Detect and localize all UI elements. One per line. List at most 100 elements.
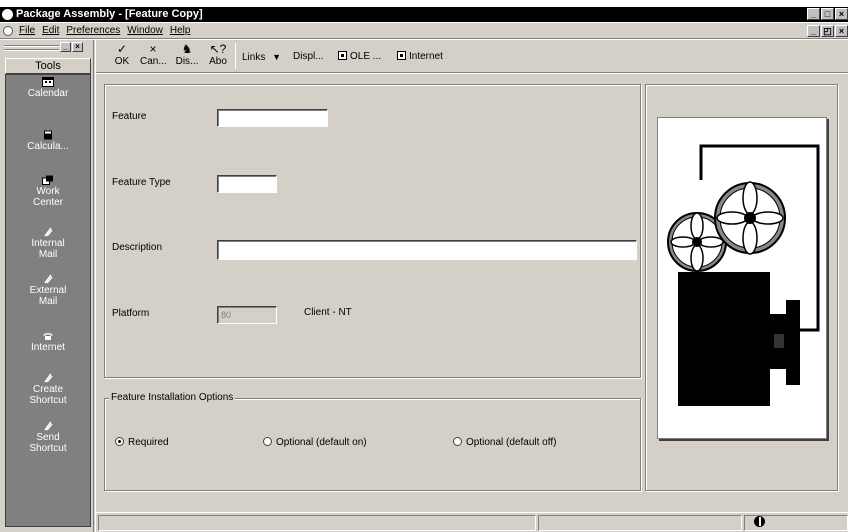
display-menu[interactable]: Displ...	[293, 51, 324, 63]
platform-label: Platform	[112, 308, 150, 319]
radio-unselected-icon	[263, 437, 272, 446]
display-button[interactable]: ♞ Dis...	[174, 42, 200, 67]
radio-required-label: Required	[128, 437, 169, 448]
tool-work-center-label: Work Center	[32, 186, 63, 208]
phone-icon	[42, 331, 54, 341]
display-icon: ♞	[181, 42, 193, 56]
ole-label: OLE ...	[350, 51, 382, 62]
tool-calculator-label: Calcula...	[27, 141, 69, 152]
external-mail-icon	[42, 274, 54, 284]
internet-icon	[397, 51, 406, 60]
menu-bar: File Edit Preferences Window Help _ ◰ ×	[0, 23, 848, 39]
installation-options-legend: Feature Installation Options	[109, 392, 236, 404]
about-button[interactable]: ↖? Abo	[205, 42, 231, 67]
tools-grip-2[interactable]	[4, 49, 59, 51]
description-input[interactable]	[217, 240, 637, 260]
tools-panel: Calendar Calcula... Work Center Internal…	[5, 74, 91, 527]
tool-external-mail[interactable]: External Mail	[6, 274, 90, 307]
tool-internet-label: Internet	[31, 342, 65, 353]
tool-create-shortcut-label: Create Shortcut	[29, 384, 67, 406]
menu-preferences[interactable]: Preferences	[66, 23, 120, 39]
tool-internet[interactable]: Internet	[6, 331, 90, 353]
feature-type-label: Feature Type	[112, 177, 171, 188]
tool-calculator[interactable]: Calcula...	[6, 130, 90, 152]
menu-edit[interactable]: Edit	[42, 23, 59, 39]
internal-mail-icon	[42, 227, 54, 237]
internet-label: Internet	[409, 51, 443, 62]
radio-required[interactable]: Required	[115, 437, 169, 449]
window-controls: _ □ ×	[807, 8, 848, 20]
tools-header[interactable]: Tools	[5, 58, 91, 74]
cancel-button[interactable]: × Can...	[140, 42, 167, 67]
menu-window[interactable]: Window	[127, 23, 163, 39]
menu-help[interactable]: Help	[170, 23, 191, 39]
radio-optional-default-off[interactable]: Optional (default off)	[453, 437, 556, 449]
help-pointer-icon: ↖?	[209, 42, 227, 56]
check-icon: ✓	[116, 42, 128, 56]
feature-input[interactable]	[217, 109, 328, 127]
radio-optional-on-label: Optional (default on)	[276, 437, 367, 448]
feature-type-input[interactable]	[217, 175, 277, 193]
dropdown-arrow-icon: ▼	[272, 52, 282, 62]
platform-description: Client - NT	[304, 307, 352, 318]
status-bar	[96, 512, 848, 532]
tools-grip[interactable]	[4, 45, 59, 47]
close-icon[interactable]: ×	[835, 8, 848, 20]
film-projector-image	[657, 117, 827, 439]
ok-button[interactable]: ✓ OK	[109, 42, 135, 67]
doc-minimize-icon[interactable]: _	[807, 25, 820, 37]
document-window-controls: _ ◰ ×	[807, 25, 848, 37]
create-shortcut-icon	[42, 373, 54, 383]
film-projector-icon	[667, 144, 820, 406]
cancel-icon: ×	[149, 42, 157, 56]
about-label: Abo	[209, 56, 227, 67]
radio-unselected-icon	[453, 437, 462, 446]
display-menu-label: Displ...	[293, 51, 324, 62]
tool-create-shortcut[interactable]: Create Shortcut	[6, 373, 90, 406]
ok-label: OK	[114, 56, 130, 67]
doc-close-icon[interactable]: ×	[835, 25, 848, 37]
tools-controls: _ ×	[60, 42, 83, 52]
menu-file[interactable]: File	[19, 23, 35, 39]
globe-icon	[754, 516, 765, 527]
tool-work-center[interactable]: Work Center	[6, 175, 90, 208]
tools-close-icon[interactable]: ×	[72, 42, 83, 52]
tool-send-shortcut[interactable]: Send Shortcut	[6, 421, 90, 454]
tool-calendar[interactable]: Calendar	[6, 77, 90, 99]
links-menu[interactable]: Links ▼	[242, 51, 281, 64]
radio-selected-icon	[115, 437, 124, 446]
maximize-icon[interactable]: □	[821, 8, 834, 20]
internet-button[interactable]: Internet	[397, 51, 443, 63]
cancel-label: Can...	[140, 56, 167, 67]
ole-button[interactable]: OLE ...	[338, 51, 381, 63]
radio-optional-off-label: Optional (default off)	[466, 437, 557, 448]
tools-minimize-icon[interactable]: _	[60, 42, 71, 52]
tool-internal-mail-label: Internal Mail	[31, 238, 65, 260]
status-message	[98, 515, 536, 531]
status-panel	[538, 515, 742, 531]
display-label: Dis...	[175, 56, 199, 67]
document-icon[interactable]	[3, 26, 13, 36]
doc-restore-icon[interactable]: ◰	[821, 25, 834, 37]
tool-internal-mail[interactable]: Internal Mail	[6, 227, 90, 260]
work-center-icon	[42, 175, 54, 185]
tool-external-mail-label: External Mail	[29, 285, 67, 307]
feature-label: Feature	[112, 111, 147, 122]
description-label: Description	[112, 242, 163, 253]
toolbar: ✓ OK × Can... ♞ Dis... ↖? Abo Links ▼ Di…	[96, 40, 848, 73]
radio-optional-default-on[interactable]: Optional (default on)	[263, 437, 367, 449]
links-label: Links	[242, 52, 266, 63]
tools-frame: _ × Tools Calendar Calcula... Work Cente…	[0, 40, 96, 532]
title-bar[interactable]: Package Assembly - [Feature Copy] _ □ ×	[0, 7, 848, 22]
form-area: Feature Feature Type Description Platfor…	[96, 74, 848, 512]
tool-send-shortcut-label: Send Shortcut	[29, 432, 67, 454]
window-title: Package Assembly - [Feature Copy]	[16, 8, 203, 20]
minimize-icon[interactable]: _	[807, 8, 820, 20]
ole-icon	[338, 51, 347, 60]
tool-calendar-label: Calendar	[27, 88, 69, 99]
toolbar-separator	[235, 43, 236, 69]
calendar-icon	[42, 77, 54, 87]
feature-installation-options-group: Feature Installation Options Required Op…	[104, 392, 641, 491]
app-icon[interactable]	[2, 9, 13, 20]
platform-input: 80	[217, 306, 277, 324]
